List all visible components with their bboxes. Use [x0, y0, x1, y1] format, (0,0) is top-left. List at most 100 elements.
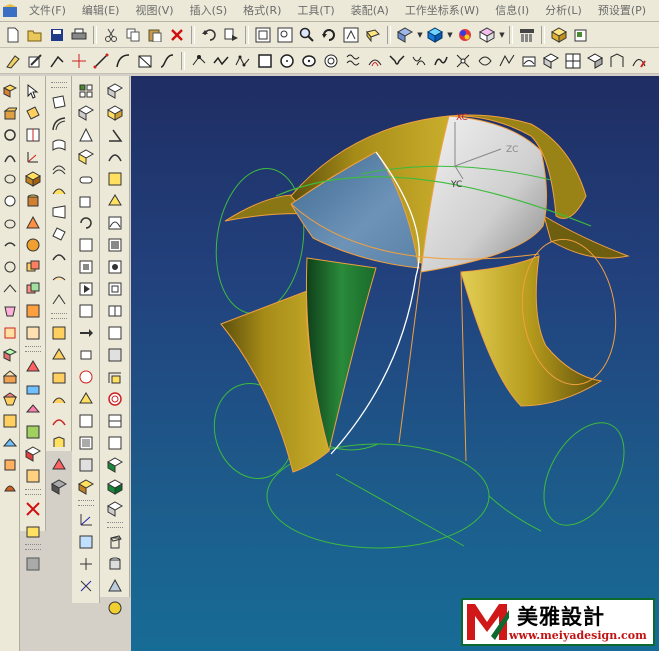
edit-object-display-icon[interactable] [76, 367, 96, 387]
graphics-window[interactable]: XC ZC YC [131, 76, 659, 651]
interference-icon[interactable] [105, 345, 125, 365]
paste-icon[interactable] [145, 25, 165, 45]
reorder-feature-icon[interactable] [76, 147, 96, 167]
edit-positioning-icon[interactable] [76, 103, 96, 123]
toolbar-grip[interactable] [24, 346, 41, 352]
silhouette-flange-icon[interactable] [49, 345, 69, 365]
measure-arc-icon[interactable] [105, 147, 125, 167]
sew-icon[interactable] [23, 323, 43, 343]
law-extension-icon[interactable] [49, 323, 69, 343]
instance-icon[interactable] [0, 433, 20, 453]
x-form-icon[interactable] [49, 455, 69, 475]
bookmark-icon[interactable] [105, 301, 125, 321]
datum-plane-icon[interactable] [23, 103, 43, 123]
line-arc-icon[interactable] [47, 51, 67, 71]
model-canvas[interactable]: XC ZC YC [131, 76, 659, 651]
toolbar-grip[interactable] [24, 489, 41, 495]
extrude-icon[interactable] [0, 103, 20, 123]
show-hide-icon[interactable] [76, 433, 96, 453]
bounded-plane-icon[interactable] [49, 202, 69, 222]
circle-center-icon[interactable] [277, 51, 297, 71]
thread-icon[interactable] [0, 323, 20, 343]
arc-icon[interactable] [113, 51, 133, 71]
polyline-icon[interactable] [211, 51, 231, 71]
edit-with-rollback-icon[interactable] [76, 257, 96, 277]
move-feature-icon[interactable] [76, 125, 96, 145]
mass-properties-icon[interactable] [105, 191, 125, 211]
cut-x-icon[interactable] [23, 499, 43, 519]
section-surface-icon[interactable] [49, 180, 69, 200]
section-view-icon[interactable] [105, 367, 125, 387]
dropdown-arrow-icon[interactable]: ▼ [498, 25, 506, 45]
square-icon[interactable] [255, 51, 275, 71]
styled-sweep-icon[interactable] [49, 389, 69, 409]
replace-feature-icon[interactable] [76, 169, 96, 189]
studio-surface-icon[interactable] [49, 367, 69, 387]
toolbar-grip[interactable] [77, 500, 94, 506]
dropdown-arrow-icon[interactable]: ▼ [416, 25, 424, 45]
delete-icon[interactable] [167, 25, 187, 45]
boss-icon[interactable] [0, 213, 20, 233]
wrap-geometry-icon[interactable] [23, 521, 43, 541]
radius-analysis-icon[interactable] [105, 477, 125, 497]
gap-analysis-icon[interactable] [105, 323, 125, 343]
feature-playback-icon[interactable] [76, 279, 96, 299]
measure-distance-icon[interactable] [105, 103, 125, 123]
new-file-icon[interactable] [3, 25, 23, 45]
menu-preferences[interactable]: 预设置(P) [590, 1, 654, 20]
transform-icon[interactable] [76, 345, 96, 365]
ruled-surface-icon[interactable] [49, 114, 69, 134]
app-icon[interactable] [1, 3, 19, 19]
edge-blend-icon[interactable] [0, 345, 20, 365]
dropdown-arrow-icon[interactable]: ▼ [446, 25, 454, 45]
pocket-icon[interactable] [0, 235, 20, 255]
perspective-icon[interactable] [363, 25, 383, 45]
hole-icon[interactable] [0, 191, 20, 211]
combined-projection-icon[interactable] [475, 51, 495, 71]
slope-analysis-icon[interactable] [105, 455, 125, 475]
measure-angle-icon[interactable] [105, 125, 125, 145]
offset-surface-icon[interactable] [49, 268, 69, 288]
styled-corner-icon[interactable] [49, 433, 69, 453]
menu-view[interactable]: 视图(V) [127, 1, 181, 20]
draft-icon[interactable] [23, 422, 43, 442]
feature-icon[interactable] [571, 25, 591, 45]
move-object-icon[interactable] [76, 323, 96, 343]
mirror-curve-icon[interactable] [497, 51, 517, 71]
toolbar-grip[interactable] [24, 544, 41, 550]
styled-blend-icon[interactable] [49, 411, 69, 431]
fit-icon[interactable] [253, 25, 273, 45]
through-curves-icon[interactable] [49, 92, 69, 112]
pad-icon[interactable] [0, 257, 20, 277]
component-icon[interactable] [549, 25, 569, 45]
copy-icon[interactable] [123, 25, 143, 45]
layer-settings-icon[interactable] [76, 455, 96, 475]
spline-icon[interactable] [157, 51, 177, 71]
datum-axis-icon[interactable] [23, 125, 43, 145]
sweep-icon[interactable] [0, 147, 20, 167]
wcs-csys-icon[interactable] [76, 554, 96, 574]
orient-view-icon[interactable] [395, 25, 415, 45]
extract-curve-icon[interactable] [585, 51, 605, 71]
unsuppress-feature-icon[interactable] [76, 213, 96, 233]
wcs-rotate-icon[interactable] [76, 532, 96, 552]
n-sided-surface-icon[interactable] [49, 224, 69, 244]
tube-icon[interactable] [0, 169, 20, 189]
surface-continuity-icon[interactable] [105, 389, 125, 409]
intersect-icon[interactable] [23, 301, 43, 321]
toolbar-grip[interactable] [50, 82, 67, 88]
shaded-part-icon[interactable] [477, 25, 497, 45]
form-feature-icon[interactable] [23, 554, 43, 574]
reflection-icon[interactable] [105, 433, 125, 453]
general-conic-icon[interactable] [233, 51, 253, 71]
cone-icon[interactable] [23, 213, 43, 233]
subtract-icon[interactable] [23, 279, 43, 299]
visible-layers-icon[interactable] [76, 477, 96, 497]
cone-primitive-icon[interactable] [105, 576, 125, 596]
wcs-display-icon[interactable] [76, 576, 96, 596]
patch-icon[interactable] [23, 400, 43, 420]
unite-icon[interactable] [23, 257, 43, 277]
shell-icon[interactable] [0, 389, 20, 409]
menu-wcs[interactable]: 工作坐标系(W) [397, 1, 487, 20]
menu-edit[interactable]: 编辑(E) [74, 1, 128, 20]
